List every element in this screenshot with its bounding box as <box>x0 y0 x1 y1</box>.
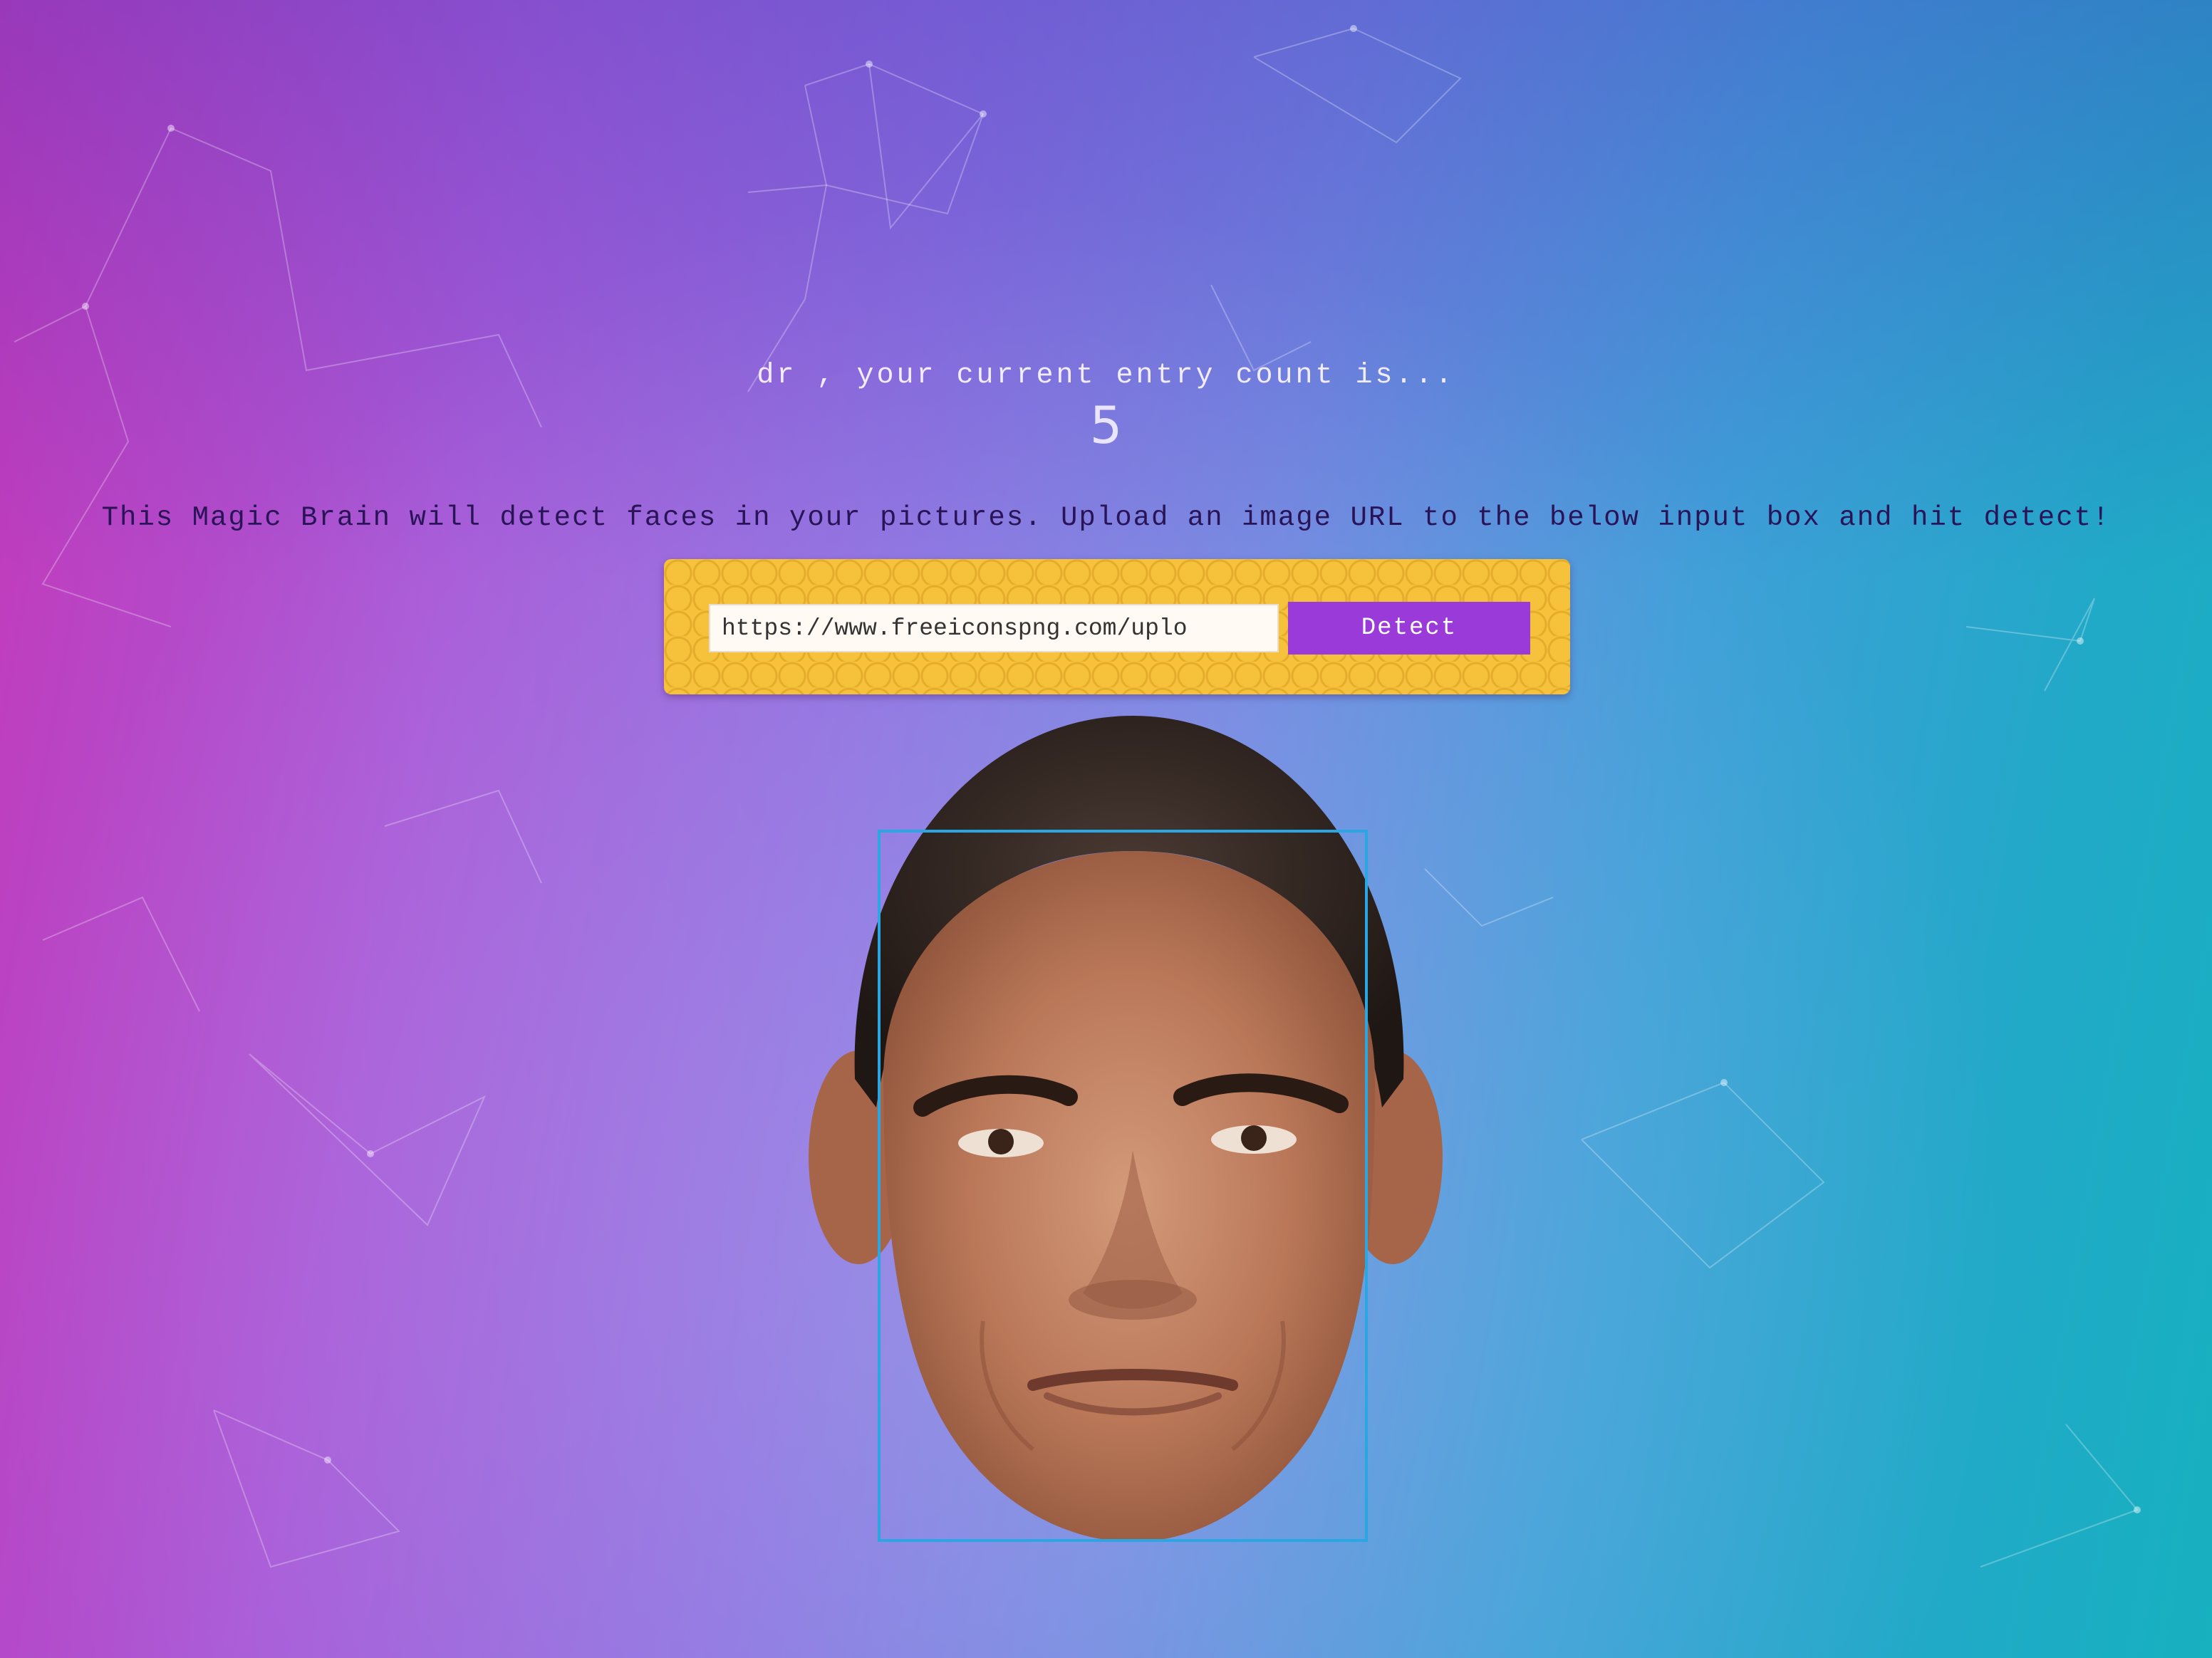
image-url-input[interactable] <box>709 604 1279 652</box>
image-url-form: Detect <box>664 559 1570 694</box>
detect-button[interactable]: Detect <box>1288 602 1530 655</box>
face-bounding-box <box>878 830 1368 1542</box>
instruction-text: This Magic Brain will detect faces in yo… <box>101 502 2111 533</box>
entry-count-greeting: dr , your current entry count is... <box>757 360 1455 392</box>
entry-count-value: 5 <box>1089 395 1123 455</box>
